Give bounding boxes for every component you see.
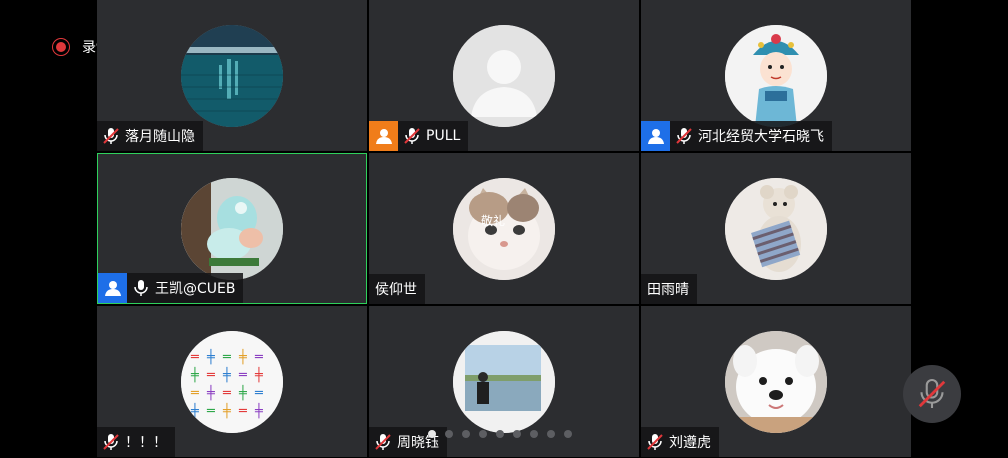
user-icon (647, 129, 664, 144)
kitten-photo: 敬礼 (453, 177, 555, 280)
participant-tile[interactable]: 敬礼 侯仰世 (369, 153, 639, 304)
name-bar: 王凯@CUEB (98, 273, 244, 303)
svg-text:═: ═ (222, 386, 231, 401)
mic-icon (134, 280, 148, 296)
svg-text:╪: ╪ (238, 348, 247, 365)
record-icon (52, 38, 70, 56)
participant-tile[interactable]: 落月随山隐 (97, 0, 367, 151)
svg-text:═: ═ (222, 350, 231, 365)
page-dot[interactable] (445, 430, 453, 438)
participant-tile[interactable]: PULL (369, 0, 639, 151)
svg-text:═: ═ (190, 386, 199, 401)
opera-cartoon-character (725, 24, 827, 127)
svg-text:═: ═ (238, 404, 247, 419)
page-dot[interactable] (547, 430, 555, 438)
svg-text:╪: ╪ (222, 366, 231, 383)
name-bar: 侯仰世 (369, 274, 425, 304)
participant-name: 落月随山隐 (125, 129, 195, 145)
page-dot[interactable] (564, 430, 572, 438)
avatar (181, 24, 283, 127)
name-bar: ！！！ (97, 427, 175, 457)
page-dot[interactable] (428, 430, 436, 438)
muted-mic-icon (103, 434, 119, 450)
svg-text:═: ═ (238, 368, 247, 383)
avatar (725, 330, 827, 433)
participant-name: ！！！ (125, 435, 167, 451)
muted-mic-icon (103, 128, 119, 144)
participant-tile[interactable]: ═ ╪ ═ ╪ ═ ╪ ═ ╪ ═ ╪ ═ ╪ ═ ╪ ═ ╪ ═ ╪ ═ ╪ ！！！ (97, 306, 367, 457)
page-dot[interactable] (479, 430, 487, 438)
avatar (453, 330, 555, 433)
svg-text:═: ═ (254, 350, 263, 365)
participant-name: 侯仰世 (375, 282, 417, 298)
page-dot[interactable] (462, 430, 470, 438)
svg-text:╪: ╪ (190, 366, 199, 383)
participant-name: 刘遵虎 (669, 435, 711, 451)
avatar (725, 177, 827, 280)
participant-tile[interactable]: 河北经贸大学石晓飞 (641, 0, 911, 151)
name-bar: 落月随山隐 (97, 121, 203, 151)
mute-toggle-button[interactable] (903, 365, 961, 423)
participant-grid: 落月随山隐 PULL 河北经贸大学石晓飞 王凯@CUEB 敬礼 侯仰世 田雨晴 … (97, 0, 911, 458)
participant-tile[interactable]: 刘遵虎 (641, 306, 911, 457)
muted-mic-icon (918, 378, 946, 408)
jade-carving-photo (181, 177, 283, 280)
avatar: 敬礼 (453, 177, 555, 280)
plush-toy-photo (725, 177, 827, 280)
participant-name: PULL (426, 128, 461, 144)
svg-text:╪: ╪ (238, 384, 247, 401)
person-by-lake-photo (453, 330, 555, 433)
participant-name: 河北经贸大学石晓飞 (698, 129, 824, 145)
svg-text:╪: ╪ (206, 348, 215, 365)
svg-text:═: ═ (206, 368, 215, 383)
svg-text:╪: ╪ (190, 402, 199, 419)
orange-user-badge (369, 121, 398, 151)
avatar (725, 24, 827, 127)
svg-text:═: ═ (190, 350, 199, 365)
page-dot[interactable] (513, 430, 521, 438)
participant-name: 田雨晴 (647, 282, 689, 298)
participant-tile[interactable]: 田雨晴 (641, 153, 911, 304)
svg-text:═: ═ (206, 404, 215, 419)
user-icon (375, 129, 392, 144)
muted-mic-icon (676, 128, 692, 144)
svg-text:╪: ╪ (254, 366, 263, 383)
muted-mic-icon (404, 128, 420, 144)
page-dot[interactable] (496, 430, 504, 438)
name-bar: 河北经贸大学石晓飞 (641, 121, 832, 151)
svg-text:═: ═ (254, 386, 263, 401)
svg-text:╪: ╪ (222, 402, 231, 419)
blue-user-badge (641, 121, 670, 151)
kitten-caption: 敬礼 (481, 213, 505, 228)
avatar: ═ ╪ ═ ╪ ═ ╪ ═ ╪ ═ ╪ ═ ╪ ═ ╪ ═ ╪ ═ ╪ ═ ╪ (181, 330, 283, 433)
participant-name: 王凯@CUEB (155, 281, 236, 297)
page-indicator[interactable] (428, 430, 572, 438)
default-person-placeholder (453, 24, 555, 127)
participant-tile-active-speaker[interactable]: 王凯@CUEB (97, 153, 367, 304)
name-bar: 刘遵虎 (641, 427, 719, 457)
svg-text:╪: ╪ (254, 402, 263, 419)
colorful-calligraphy-image: ═ ╪ ═ ╪ ═ ╪ ═ ╪ ═ ╪ ═ ╪ ═ ╪ ═ ╪ ═ ╪ ═ ╪ (181, 330, 283, 433)
blue-user-badge (98, 273, 127, 303)
muted-mic-icon (375, 434, 391, 450)
muted-mic-icon (647, 434, 663, 450)
name-bar: PULL (369, 121, 469, 151)
name-bar: 田雨晴 (641, 274, 697, 304)
avatar (453, 24, 555, 127)
white-puppy-photo (725, 330, 827, 433)
page-dot[interactable] (530, 430, 538, 438)
night-river-photo (181, 24, 283, 127)
user-icon (104, 281, 121, 296)
svg-text:╪: ╪ (206, 384, 215, 401)
avatar (181, 177, 283, 280)
